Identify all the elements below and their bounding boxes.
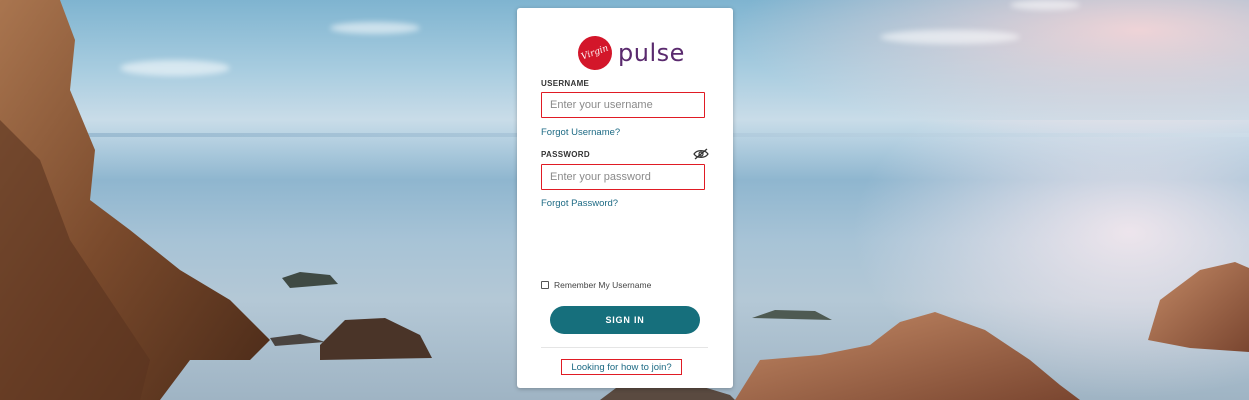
rock bbox=[282, 272, 338, 288]
join-link[interactable]: Looking for how to join? bbox=[561, 359, 682, 375]
forgot-username-link[interactable]: Forgot Username? bbox=[541, 127, 620, 138]
sign-in-button[interactable]: SIGN IN bbox=[550, 306, 700, 334]
virgin-pulse-logo: Virgin pulse bbox=[573, 31, 685, 75]
forgot-password-link[interactable]: Forgot Password? bbox=[541, 198, 618, 209]
password-label: PASSWORD bbox=[541, 150, 590, 159]
password-input[interactable] bbox=[541, 164, 705, 190]
remember-username: Remember My Username bbox=[541, 280, 651, 290]
logo-wordmark: pulse bbox=[618, 39, 685, 67]
username-label: USERNAME bbox=[541, 79, 590, 88]
virgin-logo-icon: Virgin bbox=[573, 31, 617, 75]
rock bbox=[270, 334, 325, 346]
eye-slash-icon[interactable] bbox=[693, 148, 709, 160]
remember-checkbox[interactable] bbox=[541, 281, 549, 289]
divider bbox=[541, 347, 708, 348]
username-input[interactable] bbox=[541, 92, 705, 118]
rock bbox=[752, 310, 832, 320]
rock bbox=[320, 318, 432, 360]
remember-label: Remember My Username bbox=[554, 280, 652, 290]
right-rock-large bbox=[735, 312, 1080, 400]
right-rock bbox=[1148, 262, 1249, 352]
login-card: Virgin pulse USERNAME Forgot Username? P… bbox=[517, 8, 733, 388]
